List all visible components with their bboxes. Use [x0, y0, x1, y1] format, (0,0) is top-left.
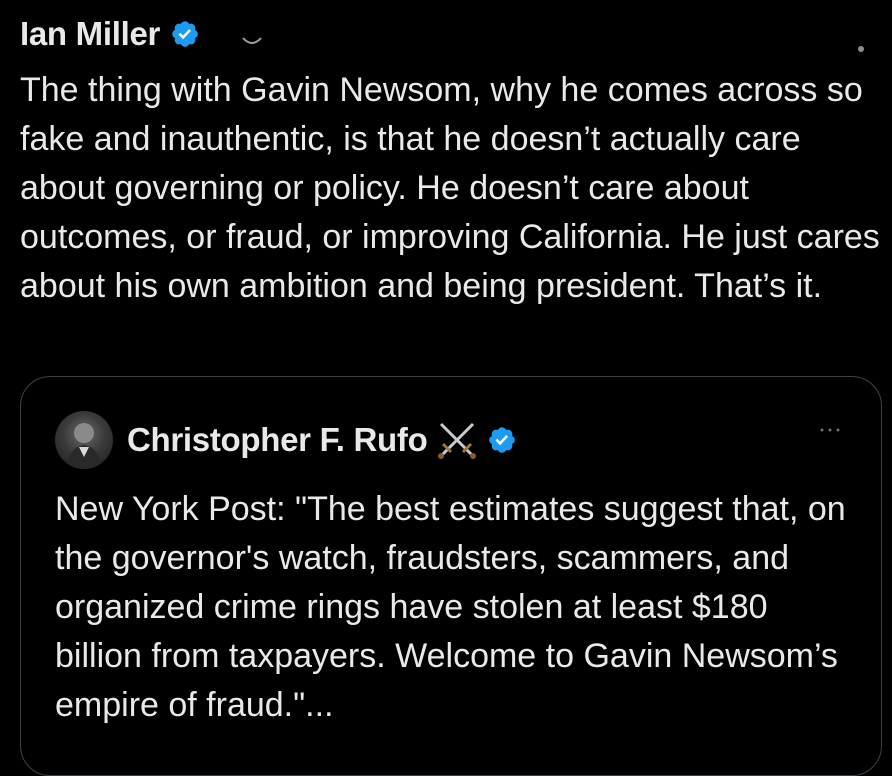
avatar[interactable]	[55, 411, 113, 469]
crossed-swords-icon	[435, 420, 479, 460]
more-options-icon[interactable]	[858, 46, 864, 52]
verified-badge-icon	[170, 19, 200, 49]
author-name[interactable]: Ian Miller	[20, 15, 160, 53]
quoted-tweet-text: New York Post: "The best estimates sugge…	[55, 490, 846, 724]
quoted-tweet-header: Christopher F. Rufo	[55, 411, 517, 469]
quoted-more-options-icon[interactable]	[818, 427, 842, 433]
loading-arc-icon	[242, 37, 262, 44]
quoted-author-name[interactable]: Christopher F. Rufo	[127, 421, 428, 459]
quoted-verified-badge-icon	[487, 425, 517, 455]
tweet-text: The thing with Gavin Newsom, why he come…	[20, 71, 880, 305]
quoted-tweet-card[interactable]: Christopher F. Rufo New York Post: "The …	[20, 376, 882, 776]
author-row: Ian Miller	[20, 12, 200, 56]
